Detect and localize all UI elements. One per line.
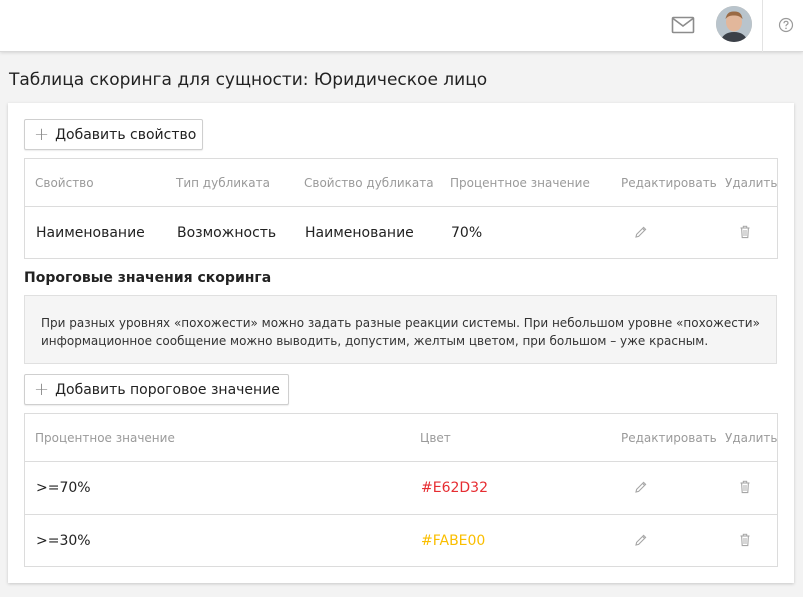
trash-icon[interactable]: [738, 480, 752, 498]
table-row: Наименование Возможность Наименование 70…: [25, 206, 777, 259]
trash-icon[interactable]: [738, 533, 752, 551]
column-header-duplicate-property: Свойство дубликата: [304, 176, 434, 190]
cell-threshold-percent: >=30%: [36, 533, 91, 549]
add-threshold-label: Добавить пороговое значение: [55, 381, 280, 398]
top-bar: [0, 0, 803, 52]
pencil-icon[interactable]: [634, 533, 648, 551]
cell-duplicate-type: Возможность: [177, 225, 277, 241]
cell-duplicate-property: Наименование: [305, 225, 414, 241]
cell-threshold-color: #FABE00: [421, 533, 486, 549]
add-property-button[interactable]: + Добавить свойство: [24, 119, 203, 150]
thresholds-info: При разных уровнях «похожести» можно зад…: [24, 295, 777, 364]
column-header-percent: Процентное значение: [450, 176, 590, 190]
thresholds-title: Пороговые значения скоринга: [24, 270, 272, 286]
table-row: >=70% #E62D32: [25, 461, 777, 514]
pencil-icon[interactable]: [634, 225, 648, 243]
column-header-property: Свойство: [35, 176, 94, 190]
column-header-percent: Процентное значение: [35, 431, 175, 445]
user-avatar[interactable]: [716, 6, 752, 42]
cell-percent: 70%: [451, 225, 483, 241]
thresholds-table: Процентное значение Цвет Редактировать У…: [24, 413, 778, 567]
properties-table: Свойство Тип дубликата Свойство дубликат…: [24, 158, 778, 259]
cell-threshold-color: #E62D32: [421, 480, 488, 496]
cell-property: Наименование: [36, 225, 145, 241]
column-header-duplicate-type: Тип дубликата: [176, 176, 271, 190]
help-circle-icon[interactable]: [777, 16, 795, 34]
column-header-delete: Удалить: [725, 176, 778, 190]
page-title: Таблица скоринга для сущности: Юридическ…: [9, 70, 488, 90]
mail-icon[interactable]: [671, 15, 695, 35]
add-threshold-button[interactable]: + Добавить пороговое значение: [24, 374, 289, 405]
pencil-icon[interactable]: [634, 480, 648, 498]
cell-threshold-percent: >=70%: [36, 480, 91, 496]
plus-icon: +: [34, 378, 50, 400]
column-header-delete: Удалить: [725, 431, 778, 445]
add-property-label: Добавить свойство: [55, 126, 197, 143]
trash-icon[interactable]: [738, 225, 752, 243]
column-header-edit: Редактировать: [621, 431, 717, 445]
thresholds-table-header: Процентное значение Цвет Редактировать У…: [25, 414, 778, 461]
column-header-edit: Редактировать: [621, 176, 717, 190]
column-header-color: Цвет: [420, 431, 451, 445]
properties-table-header: Свойство Тип дубликата Свойство дубликат…: [25, 159, 778, 206]
table-row: >=30% #FABE00: [25, 514, 777, 567]
plus-icon: +: [34, 123, 50, 145]
header-divider: [762, 0, 763, 52]
